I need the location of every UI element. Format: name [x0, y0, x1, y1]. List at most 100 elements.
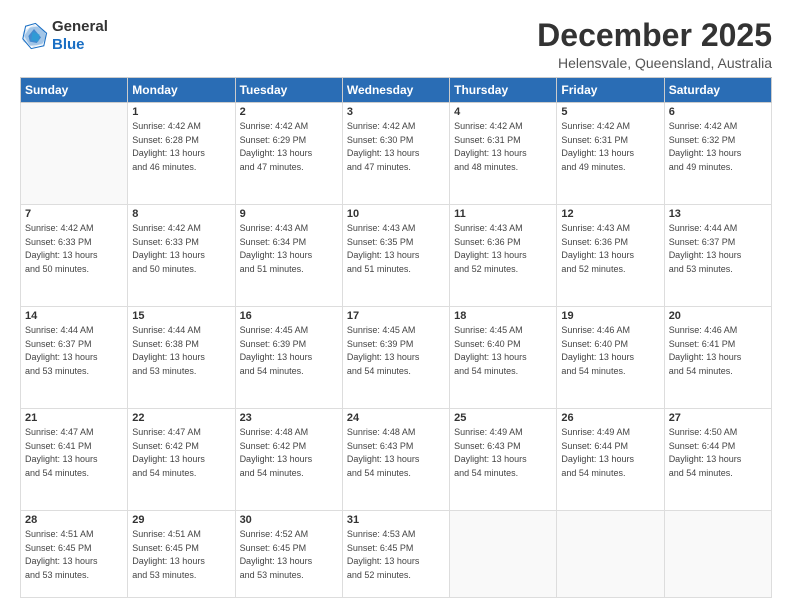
col-monday: Monday [128, 78, 235, 103]
day-number: 25 [454, 412, 552, 424]
col-friday: Friday [557, 78, 664, 103]
day-number: 7 [25, 208, 123, 220]
day-info: Sunrise: 4:42 AMSunset: 6:31 PMDaylight:… [561, 120, 659, 174]
day-number: 3 [347, 106, 445, 118]
day-number: 20 [669, 310, 767, 322]
day-number: 15 [132, 310, 230, 322]
day-info: Sunrise: 4:47 AMSunset: 6:42 PMDaylight:… [132, 426, 230, 480]
day-number: 12 [561, 208, 659, 220]
table-row: 14 Sunrise: 4:44 AMSunset: 6:37 PMDayligh… [21, 307, 128, 409]
table-row: 9 Sunrise: 4:43 AMSunset: 6:34 PMDaylight… [235, 205, 342, 307]
table-row: 7 Sunrise: 4:42 AMSunset: 6:33 PMDaylight… [21, 205, 128, 307]
table-row [21, 103, 128, 205]
day-info: Sunrise: 4:43 AMSunset: 6:34 PMDaylight:… [240, 222, 338, 276]
table-row [664, 511, 771, 598]
table-row: 16 Sunrise: 4:45 AMSunset: 6:39 PMDayligh… [235, 307, 342, 409]
day-number: 19 [561, 310, 659, 322]
day-number: 26 [561, 412, 659, 424]
table-row: 19 Sunrise: 4:46 AMSunset: 6:40 PMDayligh… [557, 307, 664, 409]
table-row: 17 Sunrise: 4:45 AMSunset: 6:39 PMDayligh… [342, 307, 449, 409]
day-number: 22 [132, 412, 230, 424]
day-info: Sunrise: 4:42 AMSunset: 6:29 PMDaylight:… [240, 120, 338, 174]
day-info: Sunrise: 4:48 AMSunset: 6:43 PMDaylight:… [347, 426, 445, 480]
table-row: 6Sunrise: 4:42 AMSunset: 6:32 PMDaylight… [664, 103, 771, 205]
day-info: Sunrise: 4:42 AMSunset: 6:33 PMDaylight:… [25, 222, 123, 276]
day-number: 4 [454, 106, 552, 118]
day-info: Sunrise: 4:50 AMSunset: 6:44 PMDaylight:… [669, 426, 767, 480]
col-tuesday: Tuesday [235, 78, 342, 103]
day-number: 9 [240, 208, 338, 220]
day-info: Sunrise: 4:43 AMSunset: 6:36 PMDaylight:… [454, 222, 552, 276]
table-row: 21 Sunrise: 4:47 AMSunset: 6:41 PMDayligh… [21, 409, 128, 511]
table-row: 27 Sunrise: 4:50 AMSunset: 6:44 PMDayligh… [664, 409, 771, 511]
day-info: Sunrise: 4:42 AMSunset: 6:30 PMDaylight:… [347, 120, 445, 174]
header: General Blue December 2025 Helensvale, Q… [20, 18, 772, 71]
day-number: 21 [25, 412, 123, 424]
month-title: December 2025 [537, 18, 772, 53]
logo-text: General Blue [52, 18, 108, 54]
day-info: Sunrise: 4:49 AMSunset: 6:44 PMDaylight:… [561, 426, 659, 480]
day-number: 27 [669, 412, 767, 424]
page: General Blue December 2025 Helensvale, Q… [0, 0, 792, 612]
day-info: Sunrise: 4:46 AMSunset: 6:41 PMDaylight:… [669, 324, 767, 378]
location: Helensvale, Queensland, Australia [537, 55, 772, 71]
col-thursday: Thursday [450, 78, 557, 103]
table-row: 1 Sunrise: 4:42 AMSunset: 6:28 PMDaylight… [128, 103, 235, 205]
table-row: 4 Sunrise: 4:42 AMSunset: 6:31 PMDaylight… [450, 103, 557, 205]
logo: General Blue [20, 18, 108, 54]
table-row [450, 511, 557, 598]
calendar-header-row: Sunday Monday Tuesday Wednesday Thursday… [21, 78, 772, 103]
day-info: Sunrise: 4:51 AMSunset: 6:45 PMDaylight:… [25, 528, 123, 582]
table-row: 28Sunrise: 4:51 AMSunset: 6:45 PMDayligh… [21, 511, 128, 598]
table-row: 13Sunrise: 4:44 AMSunset: 6:37 PMDayligh… [664, 205, 771, 307]
day-number: 10 [347, 208, 445, 220]
table-row: 3 Sunrise: 4:42 AMSunset: 6:30 PMDaylight… [342, 103, 449, 205]
day-number: 1 [132, 106, 230, 118]
table-row: 24 Sunrise: 4:48 AMSunset: 6:43 PMDayligh… [342, 409, 449, 511]
table-row: 2 Sunrise: 4:42 AMSunset: 6:29 PMDaylight… [235, 103, 342, 205]
day-info: Sunrise: 4:44 AMSunset: 6:38 PMDaylight:… [132, 324, 230, 378]
day-info: Sunrise: 4:45 AMSunset: 6:39 PMDaylight:… [347, 324, 445, 378]
table-row: 20 Sunrise: 4:46 AMSunset: 6:41 PMDayligh… [664, 307, 771, 409]
day-info: Sunrise: 4:42 AMSunset: 6:28 PMDaylight:… [132, 120, 230, 174]
day-info: Sunrise: 4:52 AMSunset: 6:45 PMDaylight:… [240, 528, 338, 582]
table-row: 10 Sunrise: 4:43 AMSunset: 6:35 PMDayligh… [342, 205, 449, 307]
day-info: Sunrise: 4:46 AMSunset: 6:40 PMDaylight:… [561, 324, 659, 378]
day-info: Sunrise: 4:43 AMSunset: 6:35 PMDaylight:… [347, 222, 445, 276]
col-saturday: Saturday [664, 78, 771, 103]
table-row: 11 Sunrise: 4:43 AMSunset: 6:36 PMDayligh… [450, 205, 557, 307]
day-number: 24 [347, 412, 445, 424]
day-number: 16 [240, 310, 338, 322]
day-info: Sunrise: 4:42 AMSunset: 6:31 PMDaylight:… [454, 120, 552, 174]
table-row: 23Sunrise: 4:48 AMSunset: 6:42 PMDayligh… [235, 409, 342, 511]
table-row: 8 Sunrise: 4:42 AMSunset: 6:33 PMDaylight… [128, 205, 235, 307]
day-info: Sunrise: 4:51 AMSunset: 6:45 PMDaylight:… [132, 528, 230, 582]
table-row: 22 Sunrise: 4:47 AMSunset: 6:42 PMDayligh… [128, 409, 235, 511]
day-number: 8 [132, 208, 230, 220]
day-number: 17 [347, 310, 445, 322]
day-info: Sunrise: 4:49 AMSunset: 6:43 PMDaylight:… [454, 426, 552, 480]
day-info: Sunrise: 4:44 AMSunset: 6:37 PMDaylight:… [25, 324, 123, 378]
day-number: 5 [561, 106, 659, 118]
day-number: 2 [240, 106, 338, 118]
day-number: 14 [25, 310, 123, 322]
logo-icon [20, 22, 48, 50]
table-row: 12Sunrise: 4:43 AMSunset: 6:36 PMDayligh… [557, 205, 664, 307]
col-sunday: Sunday [21, 78, 128, 103]
day-info: Sunrise: 4:47 AMSunset: 6:41 PMDaylight:… [25, 426, 123, 480]
day-info: Sunrise: 4:45 AMSunset: 6:39 PMDaylight:… [240, 324, 338, 378]
day-number: 13 [669, 208, 767, 220]
table-row: 5 Sunrise: 4:42 AMSunset: 6:31 PMDaylight… [557, 103, 664, 205]
day-number: 29 [132, 514, 230, 526]
calendar-table: Sunday Monday Tuesday Wednesday Thursday… [20, 77, 772, 598]
day-number: 6 [669, 106, 767, 118]
day-info: Sunrise: 4:48 AMSunset: 6:42 PMDaylight:… [240, 426, 338, 480]
day-number: 11 [454, 208, 552, 220]
table-row: 18Sunrise: 4:45 AMSunset: 6:40 PMDayligh… [450, 307, 557, 409]
table-row: 25 Sunrise: 4:49 AMSunset: 6:43 PMDayligh… [450, 409, 557, 511]
col-wednesday: Wednesday [342, 78, 449, 103]
day-number: 18 [454, 310, 552, 322]
table-row [557, 511, 664, 598]
day-info: Sunrise: 4:53 AMSunset: 6:45 PMDaylight:… [347, 528, 445, 582]
day-info: Sunrise: 4:42 AMSunset: 6:33 PMDaylight:… [132, 222, 230, 276]
